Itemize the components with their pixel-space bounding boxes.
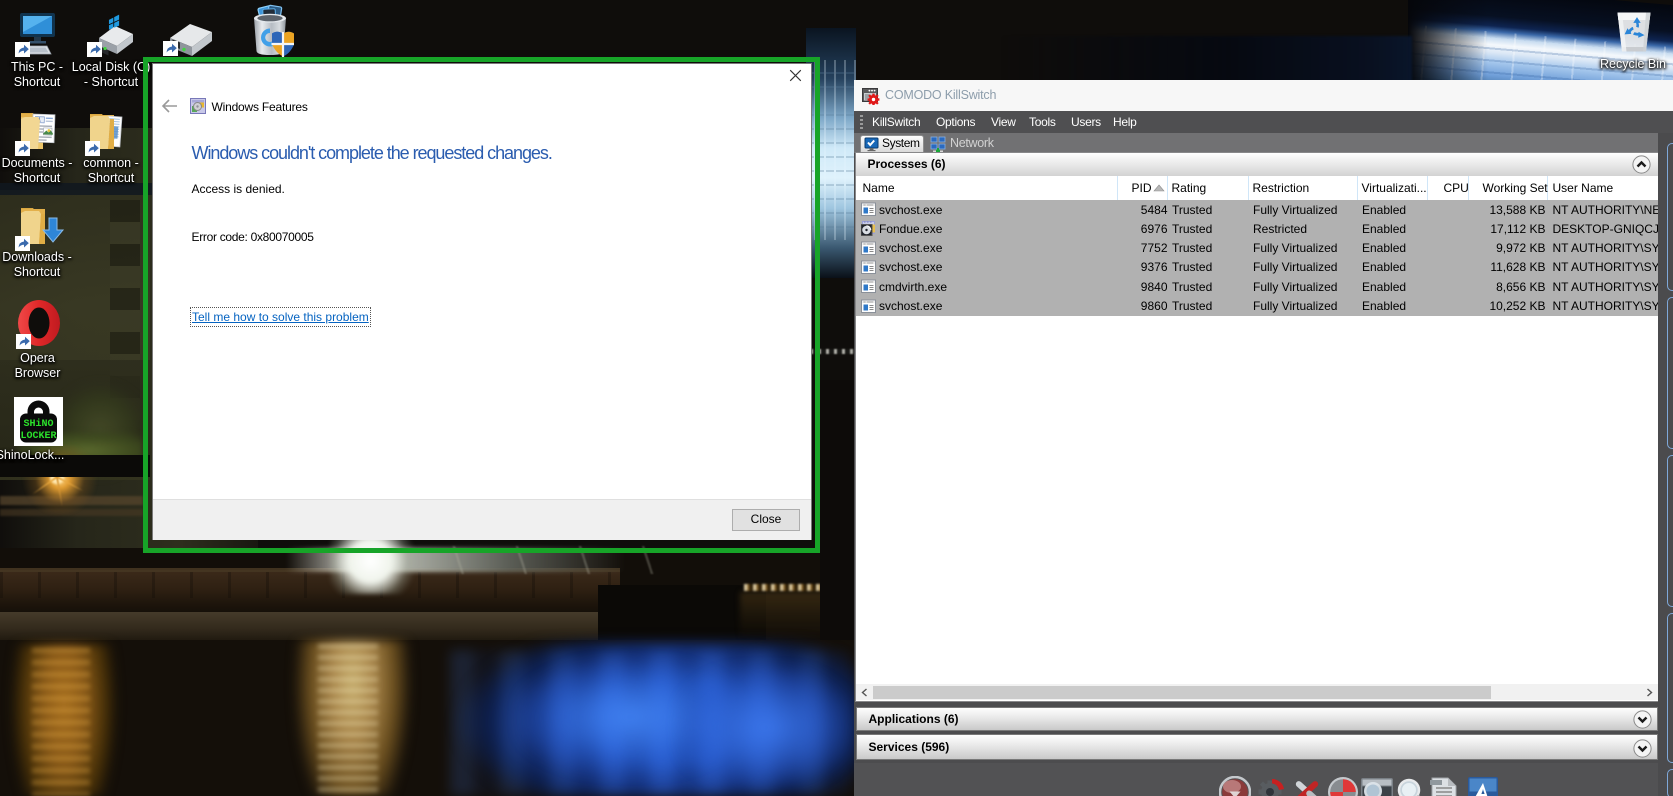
svg-text:LOCKER: LOCKER	[20, 431, 56, 442]
svg-text:SHiNO: SHiNO	[23, 418, 53, 430]
